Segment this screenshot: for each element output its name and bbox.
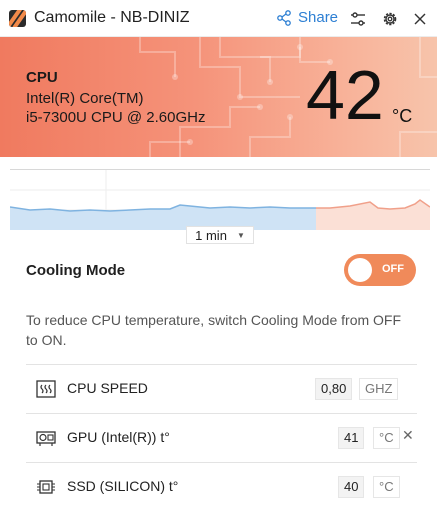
camomile-app-icon	[9, 10, 26, 27]
cpu-model-line2: i5-7300U CPU @ 2.60GHz	[26, 109, 206, 126]
time-range-select[interactable]: 1 min ▼	[186, 226, 254, 244]
sensor-unit: °C	[373, 427, 400, 449]
cpu-label: CPU	[26, 69, 58, 86]
sensor-label: SSD (SILICON) t°	[67, 478, 179, 494]
sensor-label: CPU SPEED	[67, 380, 148, 396]
cpu-header: CPU Intel(R) Core(TM) i5-7300U CPU @ 2.6…	[0, 37, 437, 157]
cooling-mode-description: To reduce CPU temperature, switch Coolin…	[26, 312, 402, 348]
sensor-value: 41	[338, 427, 365, 449]
toggle-state-label: OFF	[382, 263, 404, 275]
cooling-mode-title: Cooling Mode	[26, 262, 126, 279]
cooling-mode-toggle[interactable]: OFF	[344, 254, 416, 286]
chip-icon	[37, 480, 55, 494]
title-bar: Camomile - NB-DINIZ Share	[0, 0, 437, 37]
remove-sensor-button[interactable]: ✕	[402, 427, 414, 444]
temperature-graph-svg	[9, 170, 431, 230]
gear-icon[interactable]	[381, 10, 399, 28]
cpu-temperature-unit: °C	[392, 106, 413, 126]
sliders-icon[interactable]	[349, 10, 367, 28]
cpu-model-line1: Intel(R) Core(TM)	[26, 90, 144, 107]
share-label: Share	[298, 9, 339, 26]
share-icon	[277, 9, 291, 26]
close-icon[interactable]	[411, 10, 429, 28]
share-button[interactable]: Share	[276, 9, 338, 26]
heat-icon	[36, 380, 56, 398]
gpu-icon	[36, 431, 56, 446]
chevron-down-icon: ▼	[236, 230, 245, 240]
sensor-value: 40	[338, 476, 365, 498]
sensor-unit: °C	[373, 476, 400, 498]
toggle-knob	[348, 258, 372, 282]
window-title: Camomile - NB-DINIZ	[34, 9, 190, 26]
sensor-row-cpu-speed: CPU SPEED 0,80 GHZ	[26, 364, 417, 413]
cpu-temperature: 42	[306, 56, 384, 134]
sensor-label: GPU (Intel(R)) t°	[67, 429, 170, 445]
sensor-row-ssd: SSD (SILICON) t° 40 °C	[26, 462, 417, 511]
sensor-unit: GHZ	[359, 378, 399, 400]
sensor-row-gpu: GPU (Intel(R)) t° 41 °C ✕	[26, 413, 417, 462]
time-range-value: 1 min	[195, 227, 227, 243]
sensor-value: 0,80	[315, 378, 353, 400]
temperature-graph	[9, 169, 431, 230]
